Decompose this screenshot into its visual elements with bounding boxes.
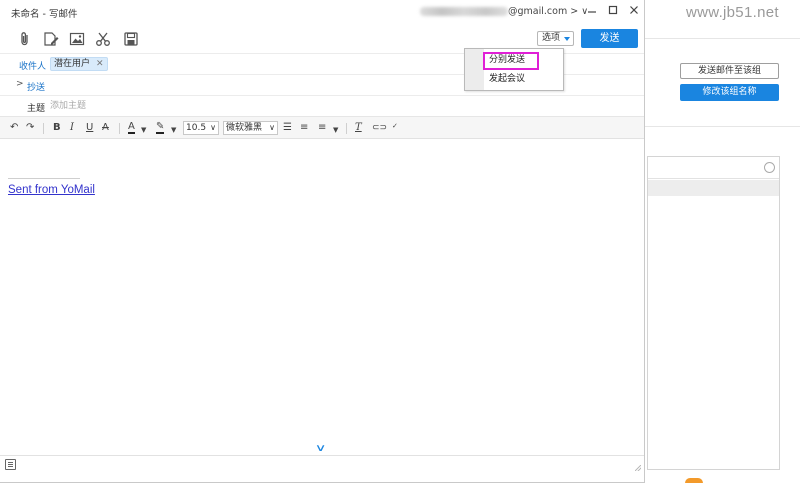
maximize-icon	[608, 5, 618, 15]
paperclip-icon[interactable]	[17, 31, 33, 47]
send-to-group-button[interactable]: 发送邮件至该组	[680, 63, 779, 79]
divider	[43, 123, 44, 134]
image-icon[interactable]	[69, 31, 85, 47]
divider	[119, 123, 120, 134]
account-selector[interactable]: @gmail.com > ∨	[420, 6, 588, 17]
strikethrough-icon[interactable]: A	[102, 122, 109, 134]
close-button[interactable]	[625, 3, 643, 19]
highlight-box	[483, 52, 539, 70]
font-family-select[interactable]: 微软雅黑 ∨	[223, 121, 278, 135]
background-window: 发送邮件至该组 修改该组名称	[645, 0, 800, 483]
options-label: 选项	[542, 33, 561, 43]
scissors-icon[interactable]	[95, 31, 111, 47]
highlight-color-icon[interactable]: ✎	[156, 122, 165, 134]
send-button[interactable]: 发送	[581, 29, 638, 48]
caret-down-icon	[564, 37, 570, 41]
undo-icon[interactable]: ↶	[10, 122, 18, 134]
chevron-down-icon[interactable]: ▼	[333, 124, 338, 136]
chevron-down-icon: ∨	[210, 123, 216, 132]
italic-icon[interactable]: I	[70, 122, 74, 134]
chevron-down-icon[interactable]: ∨	[315, 443, 327, 454]
to-label[interactable]: 收件人	[19, 59, 46, 72]
font-size-value: 10.5	[186, 123, 207, 133]
subject-label: 主题	[27, 104, 46, 114]
chevron-down-icon: ∨	[269, 123, 275, 132]
close-icon	[630, 6, 638, 14]
redo-icon[interactable]: ↷	[26, 122, 34, 134]
window-title: 未命名 - 写邮件	[11, 9, 78, 20]
blurred-account-name	[420, 7, 508, 16]
list-icon[interactable]: ≡	[300, 122, 308, 134]
line-spacing-icon[interactable]: ☰	[283, 122, 292, 134]
document-icon[interactable]	[5, 459, 16, 470]
chevron-right-icon[interactable]: >	[16, 79, 24, 89]
font-size-select[interactable]: 10.5 ∨	[183, 121, 219, 135]
list-item[interactable]	[648, 180, 779, 196]
font-family-value: 微软雅黑	[226, 123, 263, 133]
divider	[645, 126, 800, 127]
remove-recipient-icon[interactable]: ✕	[96, 59, 104, 69]
title-bar: 未命名 - 写邮件 @gmail.com > ∨	[0, 0, 644, 24]
chevron-down-icon[interactable]: ▼	[141, 124, 146, 136]
minimize-button[interactable]	[583, 3, 601, 19]
chevron-down-icon[interactable]: ▼	[171, 124, 176, 136]
divider	[346, 123, 347, 134]
signature-link[interactable]: Sent from YoMail	[8, 184, 95, 196]
menu-item-start-meeting[interactable]: 发起会议	[485, 71, 563, 88]
recipient-name: 潜在用户	[54, 59, 91, 69]
clear-format-icon[interactable]: T	[355, 122, 362, 134]
divider	[645, 38, 800, 39]
orange-badge	[685, 478, 703, 483]
spellcheck-icon[interactable]: ✓	[392, 120, 398, 132]
save-icon[interactable]	[123, 31, 139, 47]
link-icon[interactable]: ⊂⊃	[372, 122, 387, 134]
maximize-button[interactable]	[604, 3, 622, 19]
recipient-chip[interactable]: 潜在用户 ✕	[50, 57, 108, 71]
minimize-icon	[588, 11, 596, 13]
watermark: www.jb51.net	[686, 4, 779, 21]
underline-icon[interactable]: U	[86, 122, 93, 134]
document-edit-icon[interactable]	[43, 31, 59, 47]
contact-list-panel	[647, 156, 780, 470]
resize-grip[interactable]	[635, 465, 641, 471]
subject-input[interactable]	[50, 98, 450, 114]
account-email-suffix: @gmail.com	[508, 6, 568, 17]
cc-label[interactable]: 抄送	[27, 80, 45, 93]
contact-search-input[interactable]	[648, 157, 779, 179]
search-icon[interactable]	[764, 162, 775, 173]
font-color-icon[interactable]: A	[128, 122, 135, 134]
bold-icon[interactable]: B	[53, 122, 61, 134]
subject-row: 主题	[0, 95, 644, 116]
align-icon[interactable]: ≡	[318, 122, 326, 134]
message-body-editor[interactable]: Sent from YoMail	[0, 139, 644, 455]
menu-gutter	[465, 49, 484, 90]
options-dropdown-button[interactable]: 选项	[537, 31, 574, 46]
status-bar	[0, 455, 644, 473]
formatting-toolbar: ↶ ↷ B I U A A ▼ ✎ ▼ 10.5 ∨ 微软雅黑 ∨ ☰ ≡ ≡ ▼ …	[0, 116, 644, 139]
signature-divider	[8, 178, 80, 179]
rename-group-button[interactable]: 修改该组名称	[680, 84, 779, 101]
